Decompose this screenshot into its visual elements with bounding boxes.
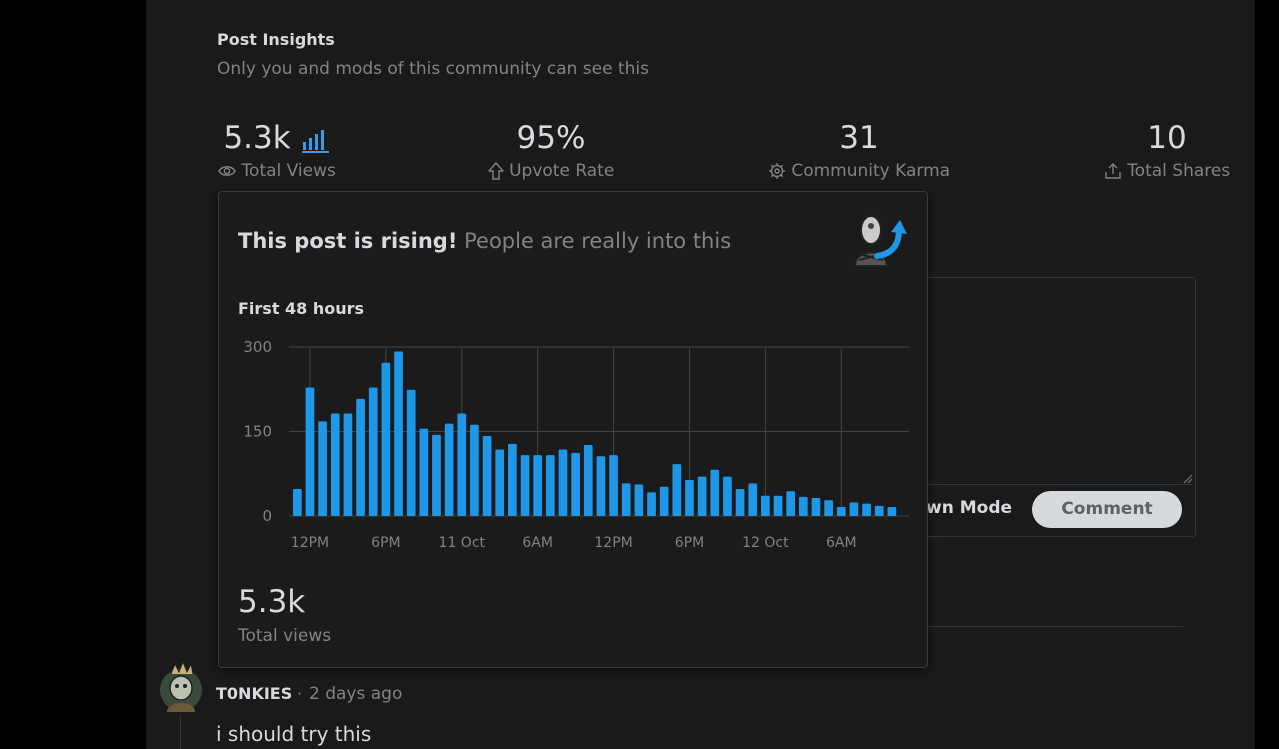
chart-bar <box>533 455 543 516</box>
chart-bar <box>508 443 517 516</box>
stat-value: 5.3k <box>223 120 291 156</box>
x-tick-label: 6PM <box>371 535 400 551</box>
rising-post-popup: This post is rising! People are really i… <box>218 191 928 668</box>
stat-label: Total Shares <box>1127 161 1231 181</box>
chart-title: First 48 hours <box>238 299 365 318</box>
chart-bar <box>432 434 441 516</box>
chart-bar <box>368 387 378 516</box>
chart-bar <box>761 495 770 516</box>
eye-icon <box>218 166 236 176</box>
chart-bar <box>748 483 758 516</box>
chart-bar <box>634 484 644 516</box>
chart-bar <box>773 495 783 516</box>
rising-mascot-icon <box>853 215 907 267</box>
share-icon <box>1105 163 1121 179</box>
chart-bar <box>356 398 365 516</box>
popup-headline: This post is rising! People are really i… <box>238 229 731 253</box>
scrollbar-gutter[interactable] <box>1255 0 1279 749</box>
chart-bar <box>710 469 720 516</box>
markdown-mode-toggle[interactable]: wn Mode <box>926 498 1012 518</box>
stat-label: Upvote Rate <box>509 161 615 181</box>
chart-bar <box>545 455 555 516</box>
stat-total-shares: 10 Total Shares <box>1102 118 1232 182</box>
chart-bar <box>292 488 302 516</box>
resize-handle-icon[interactable] <box>1183 474 1193 484</box>
stat-label: Total Views <box>241 161 336 181</box>
chart-bar <box>305 387 315 516</box>
stat-upvote-rate: 95% Upvote Rate <box>486 118 616 182</box>
y-tick-label: 0 <box>262 507 272 525</box>
comment-body: i should try this <box>216 722 372 746</box>
chart-bar <box>470 424 479 516</box>
chart-bar <box>811 497 821 516</box>
divider <box>920 626 1183 627</box>
comment-button[interactable]: Comment <box>1032 491 1182 528</box>
stat-label: Community Karma <box>791 161 951 181</box>
stat-value: 31 <box>839 120 879 156</box>
chart-bar <box>874 505 884 516</box>
x-tick-label: 6AM <box>826 535 857 551</box>
chart-bar <box>672 464 682 516</box>
comment-author[interactable]: T0NKIES <box>216 684 292 703</box>
chart-bar <box>659 486 669 516</box>
x-tick-label: 6PM <box>675 535 704 551</box>
chart-bar <box>735 488 745 516</box>
post-insights-title: Post Insights <box>217 30 335 49</box>
chart-bar <box>419 428 429 516</box>
chart-bar <box>647 492 656 516</box>
chart-bar <box>836 506 846 516</box>
chart-bar <box>723 476 732 516</box>
stat-value: 10 <box>1147 120 1187 156</box>
chart-bar <box>887 506 897 516</box>
karma-gear-icon <box>768 163 785 179</box>
post-insights-subtitle: Only you and mods of this community can … <box>217 59 650 79</box>
chart-bar <box>583 445 593 516</box>
chart-bar <box>444 423 454 516</box>
chart-bar <box>482 436 492 516</box>
chart-bar <box>406 389 416 516</box>
chart-bar <box>798 496 808 516</box>
chart-bar <box>849 502 859 516</box>
comment-timestamp: 2 days ago <box>309 684 403 704</box>
meta-separator: · <box>297 684 303 703</box>
chart-bar <box>824 500 833 516</box>
chart-bar <box>571 452 580 516</box>
chart-bar <box>495 449 505 516</box>
popup-headline-rest: People are really into this <box>464 229 732 253</box>
chart-bar <box>862 503 871 516</box>
comment-thread-line[interactable] <box>180 716 181 749</box>
chart-bar <box>596 456 606 516</box>
user-avatar[interactable] <box>159 660 203 714</box>
chart-bar <box>621 483 631 516</box>
views-bar-chart: 0 150 300 12PM 6PM 11 Oct 6AM 12PM 6PM 12 Oct 6AM <box>243 338 909 551</box>
chart-bar <box>520 455 530 516</box>
y-tick-label: 300 <box>243 338 272 356</box>
x-tick-label: 11 Oct <box>439 535 486 551</box>
total-views-value: 5.3k <box>238 584 306 620</box>
bar-chart-icon[interactable] <box>301 127 331 153</box>
popup-headline-bold: This post is rising! <box>238 229 458 253</box>
chart-bar <box>786 491 796 516</box>
stat-value: 95% <box>516 120 586 156</box>
x-tick-label: 12PM <box>594 535 632 551</box>
x-tick-label: 12PM <box>291 535 329 551</box>
comment-textarea[interactable] <box>921 278 1193 485</box>
chart-bar <box>394 351 403 516</box>
chart-bar <box>558 449 568 516</box>
x-tick-label: 6AM <box>522 535 553 551</box>
stat-community-karma: 31 Community Karma <box>766 118 952 182</box>
x-tick-label: 12 Oct <box>742 535 789 551</box>
upvote-arrow-icon <box>487 162 504 180</box>
total-views-label: Total views <box>238 626 332 646</box>
chart-bar <box>318 421 327 516</box>
chart-bar <box>343 413 353 516</box>
chart-bar <box>609 455 618 516</box>
chart-bar <box>330 413 340 516</box>
y-tick-label: 150 <box>243 423 272 441</box>
chart-bar <box>697 476 707 516</box>
chart-bar <box>457 413 467 516</box>
stat-total-views[interactable]: 5.3k Total Views <box>217 118 337 182</box>
chart-bar <box>685 479 694 516</box>
chart-bar <box>381 362 391 516</box>
